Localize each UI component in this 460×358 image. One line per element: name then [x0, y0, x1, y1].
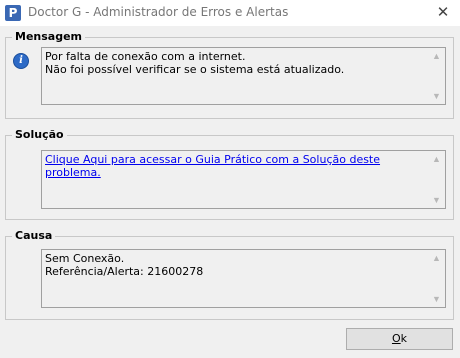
causa-line-2: Referência/Alerta: 21600278	[45, 265, 204, 278]
scroll-down-icon[interactable]: ▼	[428, 192, 445, 208]
scroll-up-icon[interactable]: ▲	[428, 48, 445, 64]
close-button[interactable]: ✕	[426, 0, 460, 26]
solucao-textbox[interactable]: Clique Aqui para acessar o Guia Prático …	[41, 150, 446, 209]
scroll-down-icon[interactable]: ▼	[428, 88, 445, 104]
causa-textbox[interactable]: Sem Conexão. Referência/Alerta: 21600278…	[41, 249, 446, 308]
causa-line-1: Sem Conexão.	[45, 252, 125, 265]
solucao-guide-link[interactable]: Clique Aqui para acessar o Guia Prático …	[45, 153, 380, 179]
scroll-down-icon[interactable]: ▼	[428, 291, 445, 307]
solucao-scrollbar[interactable]: ▲ ▼	[428, 151, 445, 208]
close-icon: ✕	[436, 3, 450, 21]
ok-button[interactable]: Ok	[346, 328, 453, 350]
scroll-up-icon[interactable]: ▲	[428, 250, 445, 266]
solucao-label: Solução	[12, 128, 67, 141]
mensagem-label: Mensagem	[12, 30, 86, 43]
scroll-up-icon[interactable]: ▲	[428, 151, 445, 167]
mensagem-line-2: Não foi possível verificar se o sistema …	[45, 63, 345, 76]
mensagem-line-1: Por falta de conexão com a internet.	[45, 50, 246, 63]
title-bar[interactable]: P Doctor G - Administrador de Erros e Al…	[0, 0, 460, 26]
mensagem-textbox[interactable]: Por falta de conexão com a internet. Não…	[41, 47, 446, 105]
mensagem-scrollbar[interactable]: ▲ ▼	[428, 48, 445, 104]
window-title: Doctor G - Administrador de Erros e Aler…	[28, 5, 289, 19]
causa-label: Causa	[12, 229, 56, 242]
info-icon: i	[13, 53, 29, 69]
app-icon: P	[5, 5, 21, 21]
causa-scrollbar[interactable]: ▲ ▼	[428, 250, 445, 307]
